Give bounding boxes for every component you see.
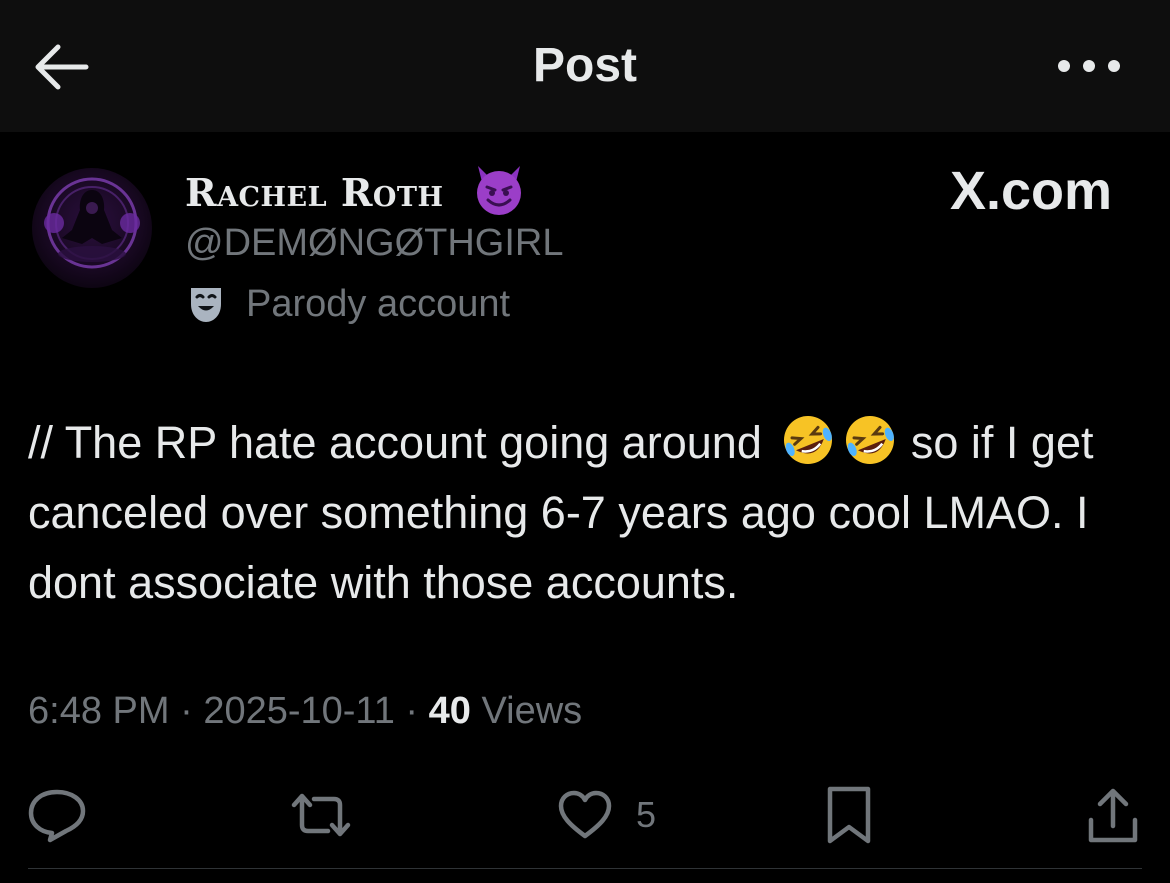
user-handle[interactable]: @DEMØNGØTHGIRL xyxy=(185,222,563,265)
repost-button[interactable] xyxy=(286,780,356,850)
theater-mask-icon xyxy=(191,288,221,322)
views-label: Views xyxy=(470,690,583,732)
smiling-devil-emoji-icon xyxy=(477,166,521,215)
top-bar: Post xyxy=(0,0,1170,132)
reply-button[interactable] xyxy=(26,780,88,850)
meta-separator: · xyxy=(169,690,204,732)
share-button[interactable] xyxy=(1086,780,1140,850)
share-icon xyxy=(1088,788,1138,843)
post-metadata: 6:48 PM · 2025-10-11 · 40 Views xyxy=(28,690,582,733)
parody-account-text: Parody account xyxy=(246,282,511,325)
parody-label: Parody account xyxy=(188,282,510,326)
rofl-emoji-icon xyxy=(846,416,895,464)
like-button[interactable]: 5 xyxy=(556,780,656,850)
avatar[interactable] xyxy=(32,168,152,288)
more-dot-icon xyxy=(1058,60,1070,72)
bookmark-button[interactable] xyxy=(822,780,876,850)
reply-icon xyxy=(28,789,86,843)
post-date[interactable]: 2025-10-11 xyxy=(203,690,395,732)
x-com-watermark: X.com xyxy=(949,161,1112,221)
rofl-emoji-icon xyxy=(784,416,833,464)
views-count[interactable]: 40 xyxy=(429,690,471,732)
post-time[interactable]: 6:48 PM xyxy=(28,690,170,732)
avatar-sorceress-image xyxy=(44,177,140,269)
bookmark-icon xyxy=(827,786,871,844)
display-name[interactable]: Rachel Roth xyxy=(185,170,444,215)
post-text-part1: // The RP hate account going around xyxy=(28,417,762,468)
more-options-button[interactable] xyxy=(1058,54,1120,78)
more-dot-icon xyxy=(1083,60,1095,72)
heart-icon xyxy=(558,790,612,839)
repost-icon xyxy=(291,793,351,837)
more-dot-icon xyxy=(1108,60,1120,72)
action-bar: 5 xyxy=(0,780,1170,850)
page-title: Post xyxy=(532,39,637,92)
like-count: 5 xyxy=(636,794,657,835)
post-text: // The RP hate account going around so i… xyxy=(28,408,1148,618)
meta-separator: · xyxy=(394,690,429,732)
divider xyxy=(28,868,1142,869)
